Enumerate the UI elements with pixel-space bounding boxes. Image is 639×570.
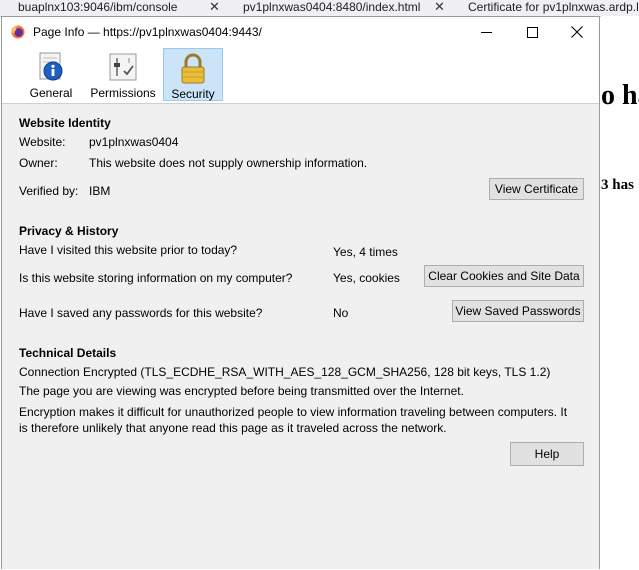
browser-tab-console[interactable]: buaplnx103:9046/ibm/console — [18, 0, 177, 16]
minimize-button[interactable] — [463, 17, 509, 47]
tab-permissions-label: Permissions — [90, 86, 156, 100]
passwords-question: Have I saved any passwords for this webs… — [19, 306, 263, 320]
storing-question: Is this website storing information on m… — [19, 271, 293, 285]
background-heading-fragment: o ha — [601, 80, 639, 111]
clear-cookies-button[interactable]: Clear Cookies and Site Data — [424, 265, 584, 287]
website-label: Website: — [19, 135, 66, 149]
close-icon — [571, 26, 583, 38]
view-certificate-button[interactable]: View Certificate — [489, 178, 584, 200]
browser-tab-certificate[interactable]: Certificate for pv1plnxwas.ardp.lo — [468, 0, 639, 16]
info-icon — [39, 52, 63, 81]
visited-answer: Yes, 4 times — [333, 245, 398, 259]
maximize-icon — [526, 26, 538, 38]
tab-security-label: Security — [171, 87, 215, 101]
maximize-button[interactable] — [509, 17, 555, 47]
owner-label: Owner: — [19, 156, 58, 170]
permissions-icon — [109, 53, 137, 81]
title-bar[interactable]: Page Info — https://pv1plnxwas0404:9443/ — [2, 17, 599, 47]
lock-icon — [181, 53, 205, 84]
section-toolbar: General Permissions Security — [2, 47, 599, 104]
tab-general-label: General — [29, 86, 73, 100]
passwords-answer: No — [333, 306, 349, 320]
background-page: o ha 3 has — [601, 16, 639, 569]
verified-by-label: Verified by: — [19, 184, 79, 198]
website-value: pv1plnxwas0404 — [89, 135, 179, 149]
view-saved-passwords-button[interactable]: View Saved Passwords — [452, 300, 584, 322]
tab-security[interactable]: Security — [163, 48, 223, 101]
close-icon[interactable]: ✕ — [434, 0, 445, 14]
connection-encrypted-text: Connection Encrypted (TLS_ECDHE_RSA_WITH… — [19, 365, 551, 379]
browser-tab-index[interactable]: pv1plnxwas0404:8480/index.html — [243, 0, 420, 16]
help-button[interactable]: Help — [510, 442, 584, 466]
close-icon[interactable]: ✕ — [209, 0, 220, 14]
tab-permissions[interactable]: Permissions — [88, 48, 158, 101]
verified-by-value: IBM — [89, 184, 111, 198]
dialog-title: Page Info — https://pv1plnxwas0404:9443/ — [33, 25, 262, 39]
technical-details-heading: Technical Details — [19, 346, 117, 360]
firefox-icon — [11, 25, 25, 39]
visited-question: Have I visited this website prior to tod… — [19, 243, 238, 257]
browser-tab-strip: buaplnx103:9046/ibm/console ✕ pv1plnxwas… — [0, 0, 639, 17]
encrypted-note: The page you are viewing was encrypted b… — [19, 384, 464, 398]
storing-answer: Yes, cookies — [333, 271, 400, 285]
page-info-dialog: Page Info — https://pv1plnxwas0404:9443/… — [1, 16, 600, 569]
privacy-history-heading: Privacy & History — [19, 224, 119, 238]
tab-general[interactable]: General — [26, 48, 76, 101]
minimize-icon — [480, 31, 492, 33]
encryption-description: Encryption makes it difficult for unauth… — [19, 405, 568, 435]
security-panel: Website Identity Website: pv1plnxwas0404… — [2, 104, 599, 570]
close-window-button[interactable] — [554, 17, 600, 47]
website-identity-heading: Website Identity — [19, 116, 111, 130]
background-text-fragment: 3 has — [601, 177, 634, 193]
owner-value: This website does not supply ownership i… — [89, 156, 368, 170]
